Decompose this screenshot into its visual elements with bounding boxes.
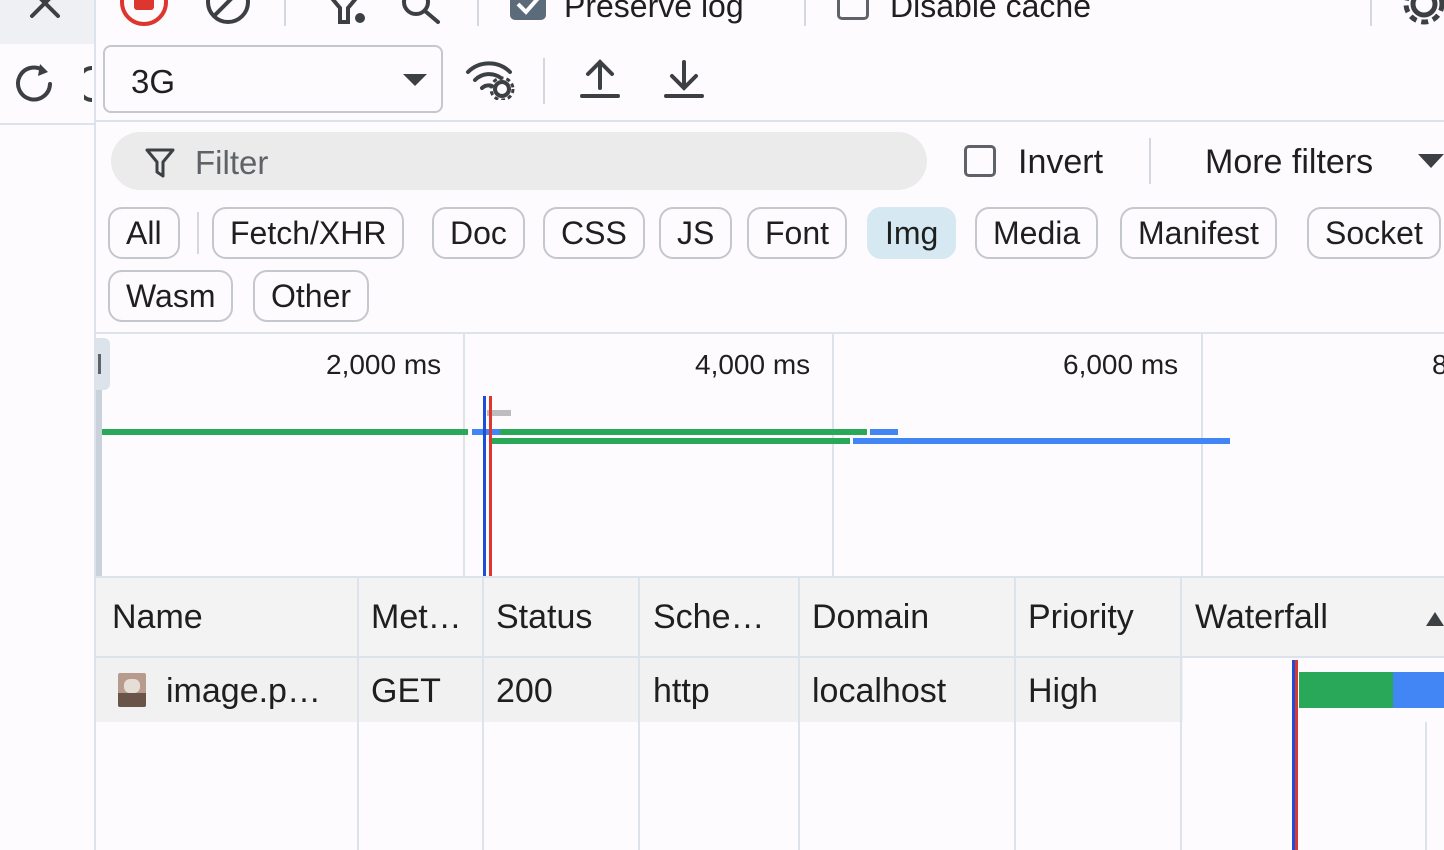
search-icon[interactable] [398, 0, 446, 26]
divider [0, 123, 94, 125]
clear-icon[interactable] [204, 0, 254, 26]
overview-tick-label: 6,000 ms [1063, 349, 1179, 380]
waterfall-bar-waiting [1299, 672, 1393, 708]
cell-status: 200 [496, 672, 553, 710]
column-divider[interactable] [482, 576, 484, 850]
chip-other[interactable]: Other [253, 270, 370, 322]
preserve-log-label: Preserve log [564, 0, 744, 24]
chip-img[interactable]: Img [867, 207, 957, 259]
filter-funnel-icon [145, 148, 175, 178]
fetch-filter-icon[interactable] [326, 0, 366, 26]
column-divider[interactable] [638, 576, 640, 850]
overview-bar-download [870, 429, 898, 435]
chip-wasm[interactable]: Wasm [108, 270, 234, 322]
throttling-select[interactable]: 3G [103, 45, 443, 113]
toolbar-divider [1149, 138, 1151, 184]
chip-css[interactable]: CSS [543, 207, 645, 259]
overview-gridline [832, 334, 834, 576]
filter-placeholder: Filter [195, 144, 269, 181]
record-stop-icon[interactable] [120, 0, 168, 26]
chip-socket[interactable]: Socket [1307, 207, 1441, 259]
overview-tick-label: 4,000 ms [695, 349, 811, 380]
chevron-down-icon [1418, 154, 1444, 168]
preserve-log-checkbox[interactable] [510, 0, 546, 20]
throttling-value: 3G [131, 63, 176, 100]
sort-ascending-icon [1426, 612, 1444, 626]
image-file-icon [118, 673, 146, 707]
column-header-method[interactable]: Met… [371, 598, 462, 637]
column-header-domain[interactable]: Domain [812, 598, 929, 637]
disable-cache-checkbox[interactable] [837, 0, 869, 20]
overview-gridline [463, 334, 465, 576]
load-event-marker [1295, 660, 1298, 850]
cell-scheme: http [653, 672, 710, 710]
overview-window-edge [96, 390, 102, 576]
overview-bar-waiting [492, 438, 850, 444]
toolbar-divider [1370, 0, 1372, 26]
overview-bar-waiting [500, 429, 867, 435]
partial-icon [84, 66, 93, 102]
invert-checkbox[interactable] [964, 145, 996, 177]
column-divider[interactable] [357, 576, 359, 850]
toolbar-divider [543, 58, 545, 104]
chip-fetch-xhr[interactable]: Fetch/XHR [212, 207, 405, 259]
overview-bar-download [853, 438, 1230, 444]
column-header-status[interactable]: Status [496, 598, 592, 637]
overview-bar-download [472, 429, 500, 435]
chip-media[interactable]: Media [975, 207, 1099, 259]
dom-content-loaded-marker [483, 396, 486, 576]
chevron-down-icon [403, 74, 427, 86]
overview-bar-waiting [102, 429, 468, 435]
left-drawer-gutter [0, 0, 96, 850]
close-icon[interactable] [28, 0, 64, 22]
chip-js[interactable]: JS [659, 207, 733, 259]
network-conditions-icon[interactable] [464, 58, 516, 100]
column-divider[interactable] [1180, 576, 1182, 850]
more-filters-button[interactable]: More filters [1205, 143, 1373, 182]
filter-input[interactable]: Filter [111, 132, 927, 190]
cell-domain: localhost [812, 672, 947, 710]
overview-window-handle[interactable] [96, 338, 110, 390]
divider [96, 120, 1444, 122]
chip-divider [197, 212, 199, 254]
column-header-waterfall[interactable]: Waterfall [1195, 598, 1328, 637]
cell-method: GET [371, 672, 441, 710]
network-toolbar [96, 0, 1444, 28]
column-divider[interactable] [1014, 576, 1016, 850]
divider [96, 332, 1444, 334]
column-divider[interactable] [798, 576, 800, 850]
overview-tick-label: 8 [1432, 349, 1444, 380]
chip-manifest[interactable]: Manifest [1120, 207, 1277, 259]
toolbar-divider [477, 0, 479, 26]
waterfall-bar-download [1393, 672, 1444, 708]
toolbar-divider [804, 0, 806, 26]
chip-all[interactable]: All [108, 207, 180, 259]
column-header-priority[interactable]: Priority [1028, 598, 1134, 637]
disable-cache-label: Disable cache [890, 0, 1091, 24]
cell-name[interactable]: image.p… [166, 672, 321, 711]
overview-gridline [1201, 334, 1203, 576]
export-har-icon[interactable] [664, 58, 704, 100]
load-event-marker [489, 396, 492, 576]
waterfall-gridline [1425, 722, 1427, 850]
import-har-icon[interactable] [580, 58, 620, 100]
toolbar-divider [284, 0, 286, 26]
column-header-name[interactable]: Name [112, 598, 203, 637]
overview-tick-label: 2,000 ms [326, 349, 442, 380]
chip-doc[interactable]: Doc [432, 207, 525, 259]
settings-gear-icon[interactable] [1400, 0, 1444, 26]
reload-icon[interactable] [10, 60, 58, 108]
chip-font[interactable]: Font [747, 207, 848, 259]
column-header-scheme[interactable]: Sche… [653, 598, 765, 637]
cell-priority: High [1028, 672, 1098, 710]
invert-label: Invert [1018, 143, 1104, 181]
